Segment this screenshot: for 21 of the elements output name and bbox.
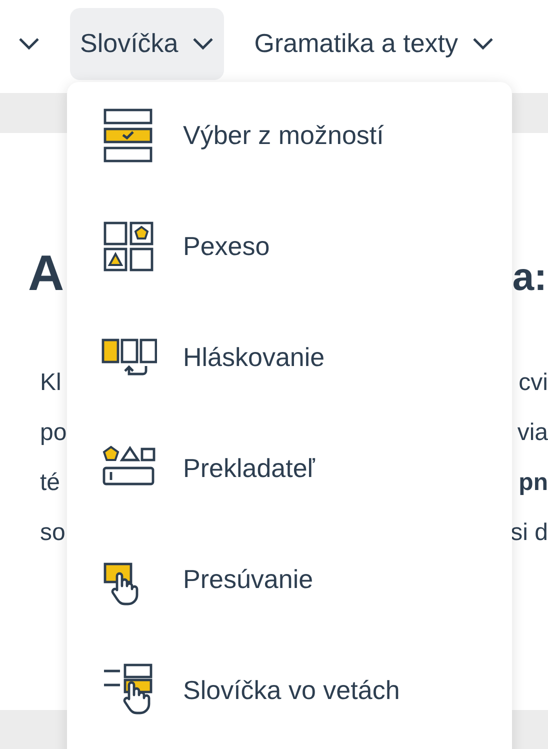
paragraph-text: Kl [40, 368, 62, 398]
menu-item[interactable]: Hláskovanie [67, 302, 512, 413]
heading-text: A [28, 244, 64, 303]
paragraph-text: té [40, 468, 60, 498]
paragraph-text: pn [518, 468, 548, 498]
paragraph-text: cvi [518, 368, 548, 398]
nav-menu-button[interactable]: Slovíčka [70, 8, 224, 80]
paragraph-text: via [517, 418, 548, 448]
paragraph-text: si d [510, 518, 548, 548]
menu-item[interactable]: Slovíčka vo vetách [67, 635, 512, 746]
chevron-down-icon [192, 36, 214, 50]
menu-item[interactable]: Výber z možností [67, 80, 512, 191]
paragraph-text: so [40, 518, 66, 548]
menu-item[interactable]: Presúvanie [67, 524, 512, 635]
heading-text: a: [512, 255, 547, 301]
chevron-down-icon [18, 36, 40, 50]
chevron-down-icon [472, 36, 494, 50]
paragraph-text: po [40, 418, 67, 448]
nav-menu-button[interactable]: Gramatika a texty [244, 8, 504, 80]
menu-item[interactable]: Prekladateľ [67, 413, 512, 524]
menu-item[interactable]: Pexeso [67, 191, 512, 302]
